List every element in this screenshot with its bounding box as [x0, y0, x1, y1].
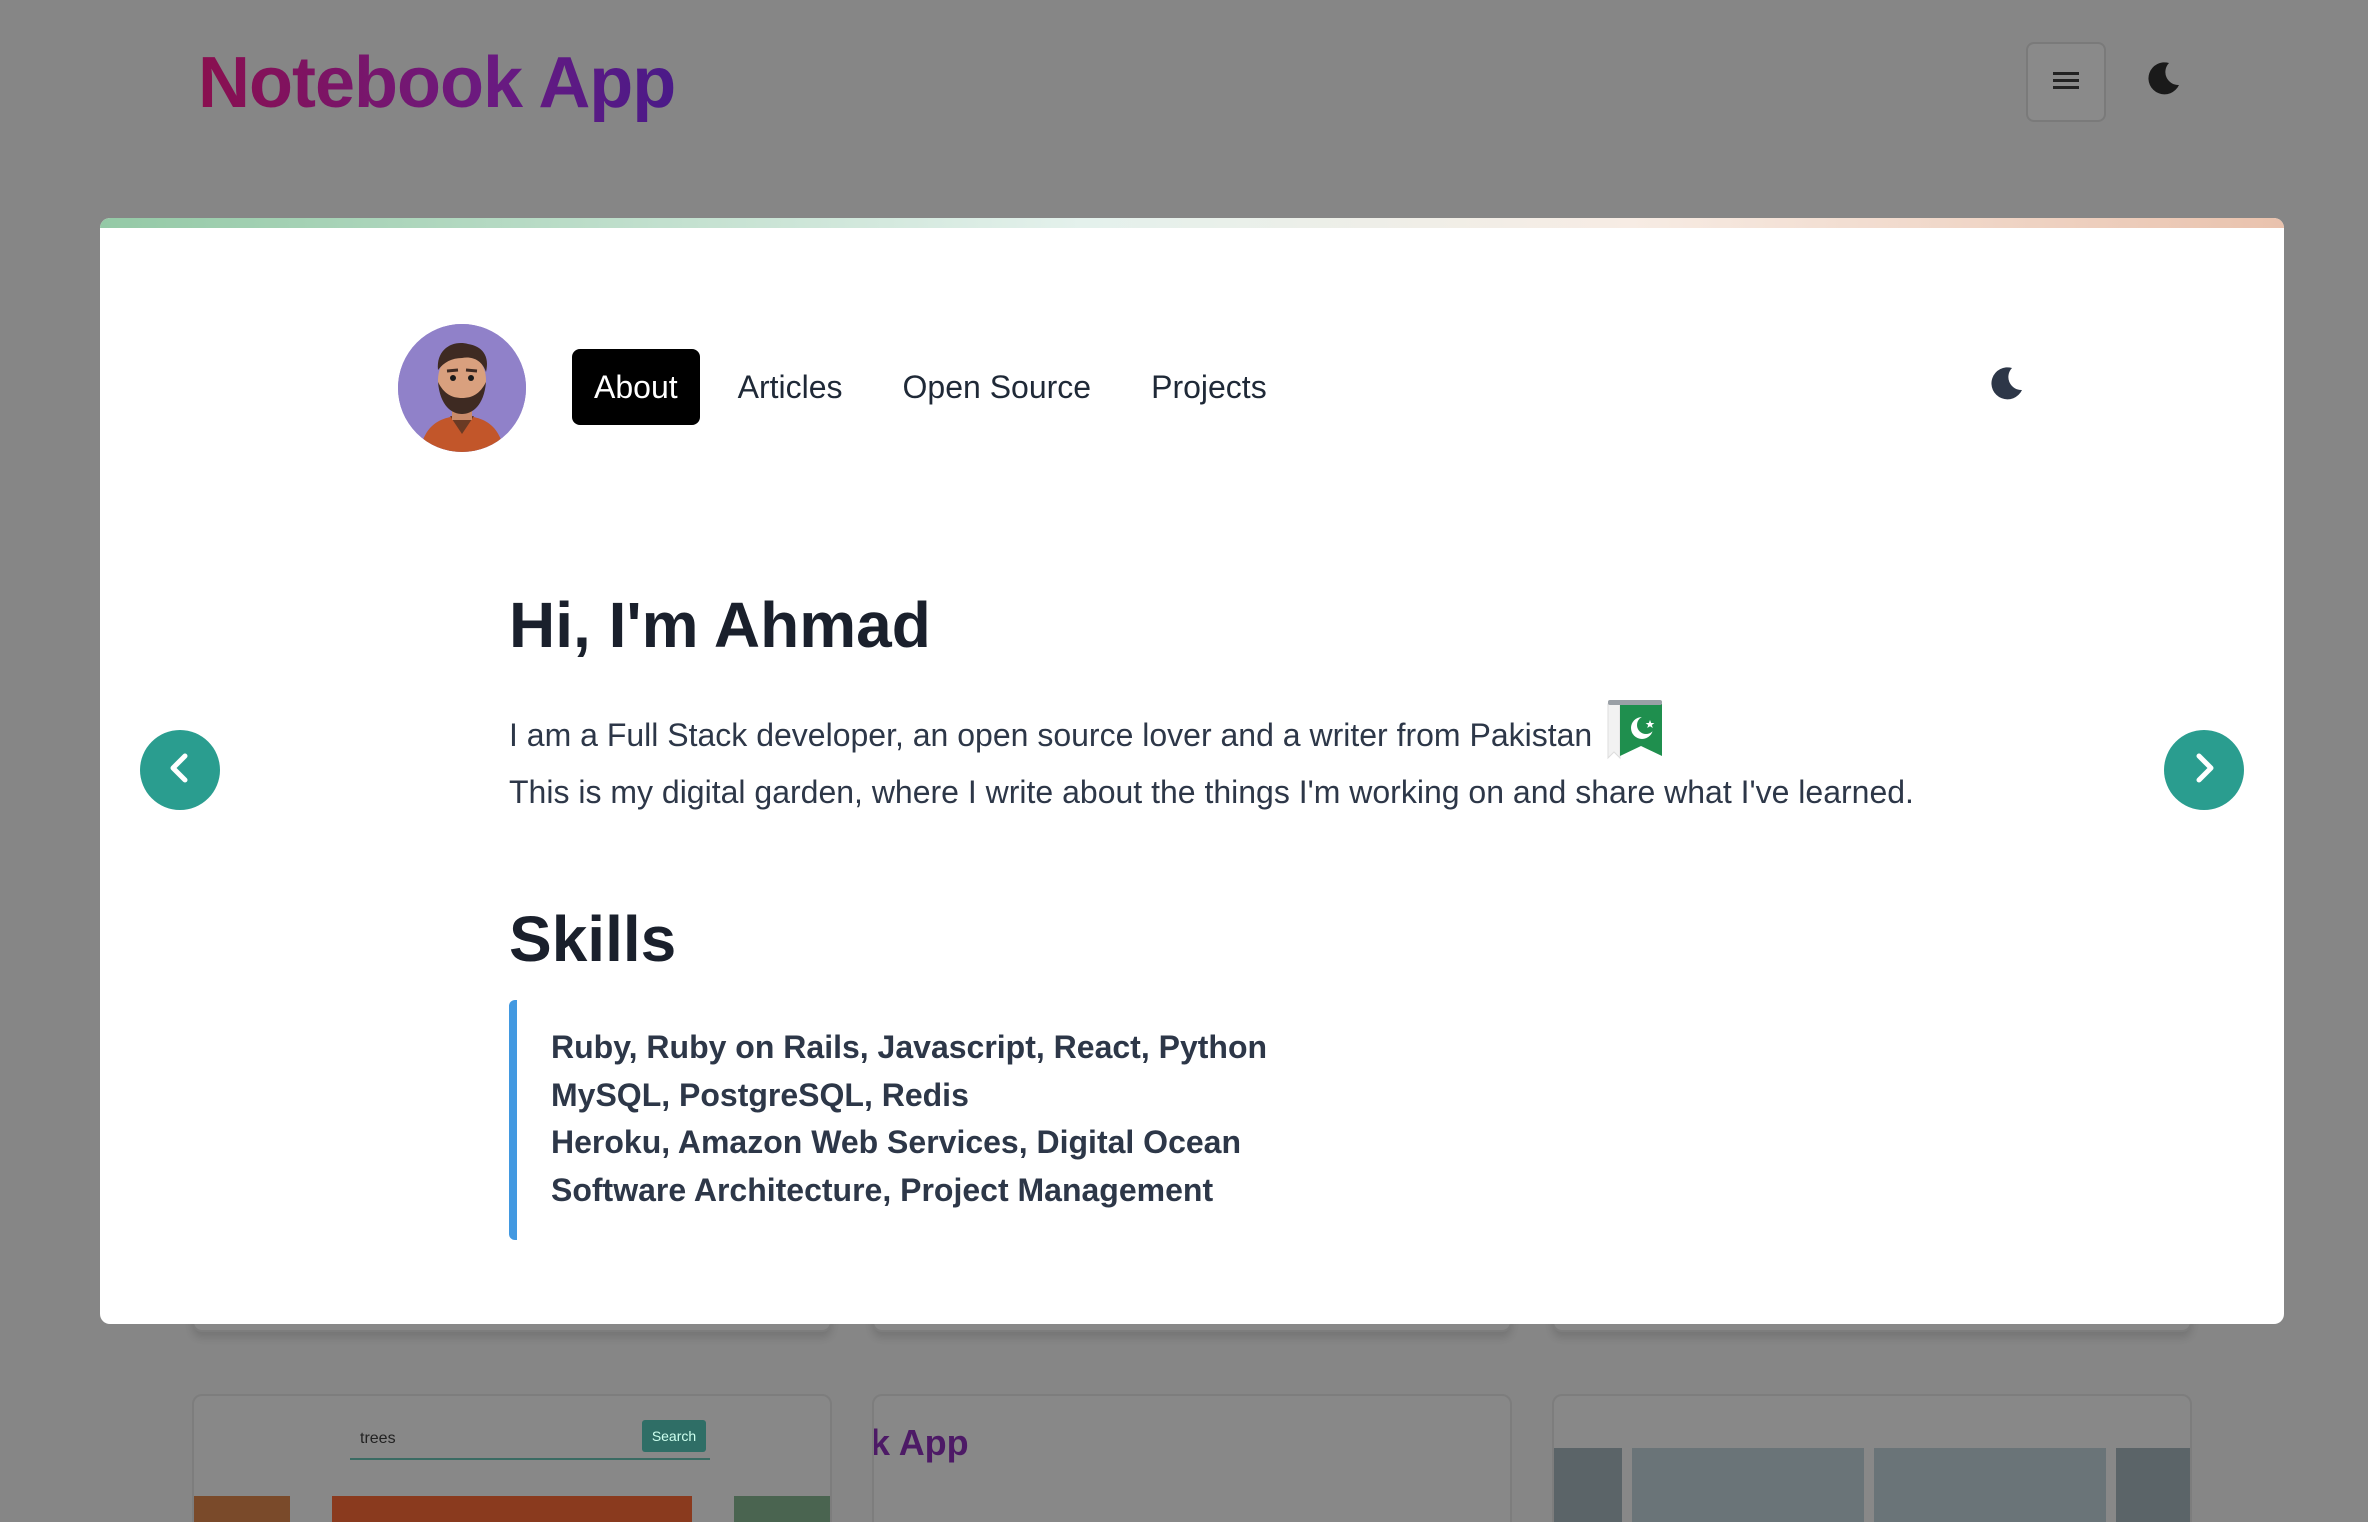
- hero-intro: I am a Full Stack developer, an open sou…: [509, 698, 1664, 772]
- hero-description: This is my digital garden, where I write…: [509, 774, 1914, 810]
- thumbnail-image: [1874, 1448, 2106, 1522]
- thumbnail-search-button: Search: [642, 1420, 706, 1452]
- inner-theme-toggle-button[interactable]: [1980, 360, 2032, 412]
- profile-nav: About Articles Open Source Projects: [572, 349, 1289, 425]
- next-button[interactable]: [2164, 730, 2244, 810]
- skill-line: MySQL, PostgreSQL, Redis: [551, 1076, 969, 1113]
- pakistan-flag-icon: [1604, 698, 1664, 772]
- skills-list: Ruby, Ruby on Rails, Javascript, React, …: [509, 1000, 1409, 1240]
- previous-button[interactable]: [140, 730, 220, 810]
- moon-icon: [2143, 59, 2183, 104]
- hero-title: Hi, I'm Ahmad: [509, 589, 931, 661]
- skill-line: Ruby, Ruby on Rails, Javascript, React, …: [551, 1029, 1268, 1065]
- preview-modal: About Articles Open Source Projects Hi, …: [100, 218, 2284, 1324]
- skills-heading: Skills: [509, 903, 677, 975]
- thumbnail-image: [1554, 1448, 1622, 1522]
- skill-line: Heroku, Amazon Web Services, Digital Oce…: [551, 1124, 1241, 1160]
- moon-icon: [1986, 364, 2026, 409]
- thumbnail-image: [332, 1496, 692, 1522]
- thumbnail-search-bar: trees Search: [350, 1416, 710, 1460]
- background-card-notebook-app[interactable]: k App: [872, 1394, 1512, 1522]
- thumbnail-image: [734, 1496, 830, 1522]
- nav-item-articles[interactable]: Articles: [716, 349, 865, 425]
- theme-toggle-button[interactable]: [2138, 56, 2188, 106]
- nav-item-about[interactable]: About: [572, 349, 700, 425]
- skill-line: Software Architecture, Project Managemen…: [551, 1171, 1214, 1208]
- avatar[interactable]: [398, 324, 526, 452]
- chevron-right-icon: [2186, 750, 2222, 791]
- menu-button[interactable]: [2026, 42, 2106, 122]
- hamburger-menu-icon: [2051, 68, 2081, 97]
- hero-intro-text: I am a Full Stack developer, an open sou…: [509, 716, 1593, 753]
- background-card-search-app[interactable]: trees Search: [192, 1394, 832, 1522]
- modal-gradient-bar: [100, 218, 2284, 228]
- nav-item-open-source[interactable]: Open Source: [881, 349, 1114, 425]
- background-card-gallery[interactable]: [1552, 1394, 2192, 1522]
- app-title[interactable]: Notebook App: [198, 40, 676, 126]
- thumbnail-search-value: trees: [360, 1430, 396, 1447]
- thumbnail-image: [2116, 1448, 2190, 1522]
- app-header: Notebook App: [0, 0, 2368, 166]
- chevron-left-icon: [162, 750, 198, 791]
- nav-item-projects[interactable]: Projects: [1129, 349, 1289, 425]
- thumbnail-image: [194, 1496, 290, 1522]
- thumbnail-title: k App: [872, 1422, 969, 1463]
- thumbnail-image: [1632, 1448, 1864, 1522]
